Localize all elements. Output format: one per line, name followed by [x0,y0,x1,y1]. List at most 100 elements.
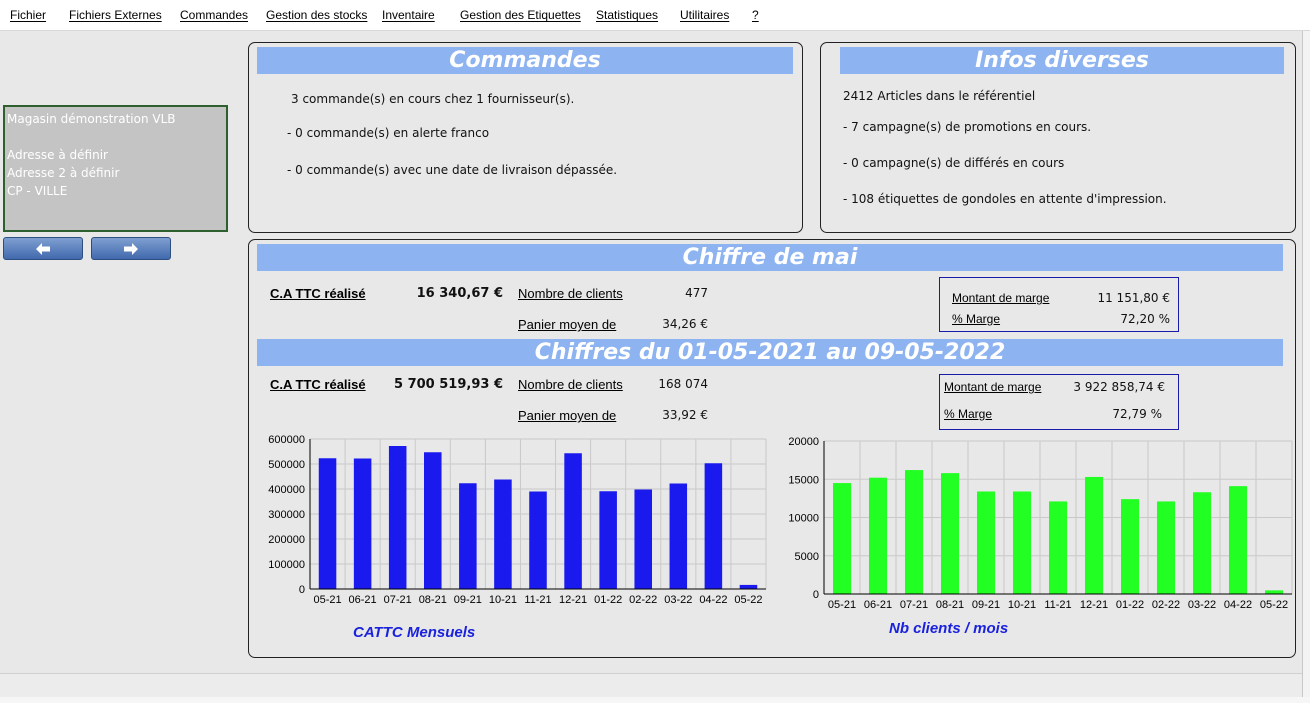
clients-xtick-label: 04-22 [1224,599,1252,611]
cattc-bar [739,584,758,589]
cattc-ytick-label: 600000 [268,434,305,446]
next-button[interactable] [91,237,171,260]
menu-commandes[interactable]: Commandes [180,8,248,22]
cattc-ytick-label: 400000 [268,484,305,496]
cattc-bar [318,458,337,589]
clients-xtick-label: 11-21 [1044,599,1071,611]
mois-clients-label: Nombre de clients [518,286,623,301]
periode-panier-value: 33,92 € [662,408,708,422]
clients-bar [1049,501,1067,594]
mois-ca-label: C.A TTC réalisé [270,286,366,301]
cattc-xtick-label: 12-21 [559,594,587,606]
cattc-chart: 0 100000 200000 300000 400000 500000 600000 05-… [268,434,767,606]
commandes-en-cours: 3 commande(s) en cours chez 1 fournisseu… [291,92,575,106]
mois-marge-value: 11 151,80 € [1097,291,1170,305]
clients-bar [1265,590,1283,594]
arrow-left-icon [36,242,50,255]
cattc-xtick-label: 05-22 [734,594,762,606]
periode-ca-value: 5 700 519,93 € [394,377,503,392]
cattc-bar [634,489,652,589]
cattc-bar [669,483,688,589]
menu-inventaire[interactable]: Inventaire [382,8,435,22]
cattc-xtick-label: 03-22 [664,594,692,606]
clients-xtick-label: 03-22 [1188,599,1216,611]
clients-bar [1193,492,1211,594]
mois-pct-value: 72,20 % [1120,312,1170,326]
cattc-bar [599,491,617,589]
clients-xtick-label: 05-21 [828,599,856,611]
clients-bar [1085,476,1103,594]
chiffres-periode-title: Chiffres du 01-05-2021 au 09-05-2022 [257,339,1283,366]
scrollbar[interactable] [1302,31,1310,703]
clients-xtick-label: 10-21 [1008,599,1036,611]
menu-gestion-stocks[interactable]: Gestion des stocks [266,8,367,22]
clients-bar [977,491,995,594]
mois-pct-label: % Marge [952,312,1001,326]
cattc-bar [564,453,582,589]
cattc-bar [353,458,372,589]
cattc-xtick-label: 04-22 [699,594,727,606]
previous-button[interactable] [3,237,83,260]
cattc-ytick-label: 500000 [268,459,305,471]
periode-marge-value: 3 922 858,74 € [1073,380,1165,394]
clients-xtick-label: 02-22 [1152,599,1180,611]
arrow-right-icon [124,242,138,255]
periode-marge-box: Montant de marge 3 922 858,74 € % Marge … [939,374,1179,430]
clients-chart: 0 5000 10000 15000 20000 05-21 06-21 07-21 08-21… [788,436,1293,611]
menu-fichier[interactable]: Fichier [10,8,46,22]
menu-statistiques[interactable]: Statistiques [596,8,658,22]
menu-fichiers-externes[interactable]: Fichiers Externes [69,8,162,22]
commandes-panel: Commandes 3 commande(s) en cours chez 1 … [248,42,803,233]
infos-differes: - 0 campagne(s) de différés en cours [843,156,1065,170]
mois-panier-value: 34,26 € [662,317,708,331]
clients-bar [1229,486,1247,594]
clients-bar [1157,501,1175,594]
infos-promotions: - 7 campagne(s) de promotions en cours. [843,120,1092,134]
infos-title: Infos diverses [840,47,1284,74]
clients-ytick-label: 15000 [788,474,819,486]
periode-clients-value: 168 074 [658,377,708,391]
commandes-alerte-franco: - 0 commande(s) en alerte franco [287,126,490,140]
shop-info-box: Magasin démonstration VLB Adresse à défi… [3,105,228,232]
clients-bar [905,470,923,594]
clients-bar [941,473,959,594]
periode-pct-label: % Marge [944,407,993,421]
cattc-bar [424,452,442,589]
menu-utilitaires[interactable]: Utilitaires [680,8,729,22]
chiffre-mois-title: Chiffre de mai [257,244,1283,271]
cattc-xtick-label: 02-22 [629,594,657,606]
clients-bar [1121,499,1139,594]
mois-marge-box: Montant de marge 11 151,80 € % Marge 72,… [939,277,1179,332]
commandes-title: Commandes [257,47,793,74]
periode-marge-label: Montant de marge [944,380,1042,394]
cattc-xtick-label: 05-21 [313,594,341,606]
clients-ytick-label: 20000 [788,436,819,448]
cattc-xtick-label: 06-21 [349,594,377,606]
clients-ytick-label: 5000 [795,551,819,563]
clients-xtick-label: 01-22 [1116,599,1144,611]
menu-gestion-etiquettes[interactable]: Gestion des Etiquettes [460,8,581,22]
clients-bar [833,483,851,594]
shop-city: CP - VILLE [7,184,68,198]
cattc-bar [459,483,477,589]
cattc-xtick-label: 11-21 [524,594,551,606]
clients-xtick-label: 05-22 [1260,599,1288,611]
periode-clients-label: Nombre de clients [518,377,623,392]
cattc-bar [388,446,407,589]
cattc-bar [529,491,547,589]
clients-xtick-label: 08-21 [936,599,964,611]
clients-xtick-label: 09-21 [972,599,1000,611]
clients-bar [1013,491,1031,594]
infos-articles: 2412 Articles dans le référentiel [843,89,1036,103]
mois-ca-value: 16 340,67 € [416,286,503,301]
shop-name: Magasin démonstration VLB [7,112,176,126]
menu-bar: Fichier Fichiers Externes Commandes Gest… [0,0,1310,31]
menu-help[interactable]: ? [752,8,759,22]
clients-ytick-label: 0 [813,589,819,601]
status-bar [0,673,1302,697]
commandes-livraison-depassee: - 0 commande(s) avec une date de livrais… [287,163,618,177]
cattc-xtick-label: 07-21 [384,594,412,606]
clients-ytick-label: 10000 [788,513,819,525]
clients-xtick-label: 06-21 [864,599,892,611]
periode-pct-value: 72,79 % [1112,407,1162,421]
